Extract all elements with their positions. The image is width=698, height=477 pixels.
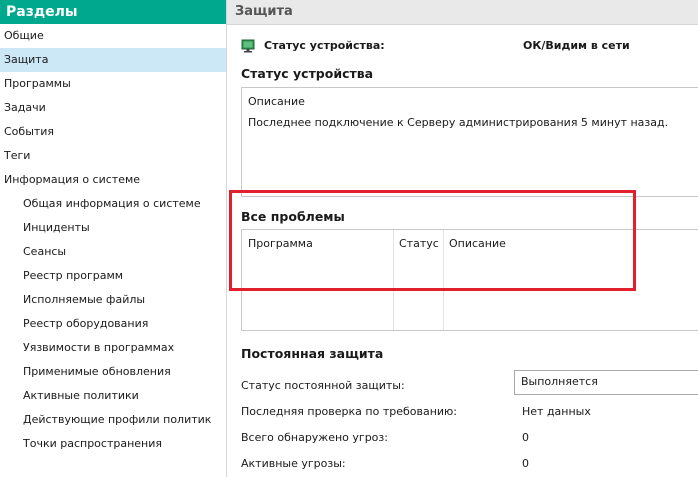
device-status-row: Статус устройства: ОК/Видим в сети	[241, 38, 698, 54]
threats-total-value: 0	[522, 431, 529, 444]
sidebar-item-applicable-updates[interactable]: Применимые обновления	[0, 360, 226, 384]
device-status-label: Статус устройства:	[264, 39, 385, 52]
active-threats-label: Активные угрозы:	[241, 457, 346, 470]
sidebar-item-hardware-registry[interactable]: Реестр оборудования	[0, 312, 226, 336]
main-panel: Защита Статус устройства: ОК/Видим в сет…	[227, 0, 698, 477]
sidebar-title: Разделы	[0, 0, 226, 24]
sidebar-item-events[interactable]: События	[0, 120, 226, 144]
problems-section-title: Все проблемы	[241, 209, 345, 224]
sidebar-item-policy-profiles[interactable]: Действующие профили политик	[0, 408, 226, 432]
status-description-box: Описание Последнее подключение к Серверу…	[241, 87, 698, 197]
sidebar-item-system-summary[interactable]: Общая информация о системе	[0, 192, 226, 216]
realtime-status-field[interactable]: Выполняется	[514, 370, 698, 395]
realtime-section-title: Постоянная защита	[241, 346, 384, 361]
description-header: Описание	[248, 95, 305, 108]
realtime-status-label: Статус постоянной защиты:	[241, 379, 405, 392]
sidebar-item-active-policies[interactable]: Активные политики	[0, 384, 226, 408]
active-threats-value: 0	[522, 457, 529, 470]
threats-total-label: Всего обнаружено угроз:	[241, 431, 388, 444]
page-title: Защита	[227, 0, 698, 25]
last-scan-label: Последняя проверка по требованию:	[241, 405, 458, 418]
last-scan-value: Нет данных	[522, 405, 591, 418]
device-status-value: ОК/Видим в сети	[523, 39, 630, 52]
sidebar-item-vulnerabilities[interactable]: Уязвимости в программах	[0, 336, 226, 360]
monitor-icon	[241, 39, 255, 53]
sidebar-item-distribution-points[interactable]: Точки распространения	[0, 432, 226, 456]
sidebar-item-system-info[interactable]: Информация о системе	[0, 168, 226, 192]
column-separator	[393, 230, 394, 330]
column-header-description[interactable]: Описание	[449, 237, 506, 250]
column-header-program[interactable]: Программа	[248, 237, 313, 250]
problems-table[interactable]: Программа Статус Описание	[241, 229, 698, 331]
sidebar: Разделы Общие Защита Программы Задачи Со…	[0, 0, 227, 477]
status-section-title: Статус устройства	[241, 66, 374, 81]
sidebar-item-protection[interactable]: Защита	[0, 48, 226, 72]
sidebar-item-app-registry[interactable]: Реестр программ	[0, 264, 226, 288]
sidebar-item-applications[interactable]: Программы	[0, 72, 226, 96]
column-header-status[interactable]: Статус	[399, 237, 439, 250]
sidebar-item-tags[interactable]: Теги	[0, 144, 226, 168]
sidebar-item-sessions[interactable]: Сеансы	[0, 240, 226, 264]
sidebar-item-general[interactable]: Общие	[0, 24, 226, 48]
sidebar-item-tasks[interactable]: Задачи	[0, 96, 226, 120]
column-separator	[443, 230, 444, 330]
sidebar-item-incidents[interactable]: Инциденты	[0, 216, 226, 240]
description-text: Последнее подключение к Серверу админист…	[248, 116, 669, 129]
sidebar-item-executables[interactable]: Исполняемые файлы	[0, 288, 226, 312]
